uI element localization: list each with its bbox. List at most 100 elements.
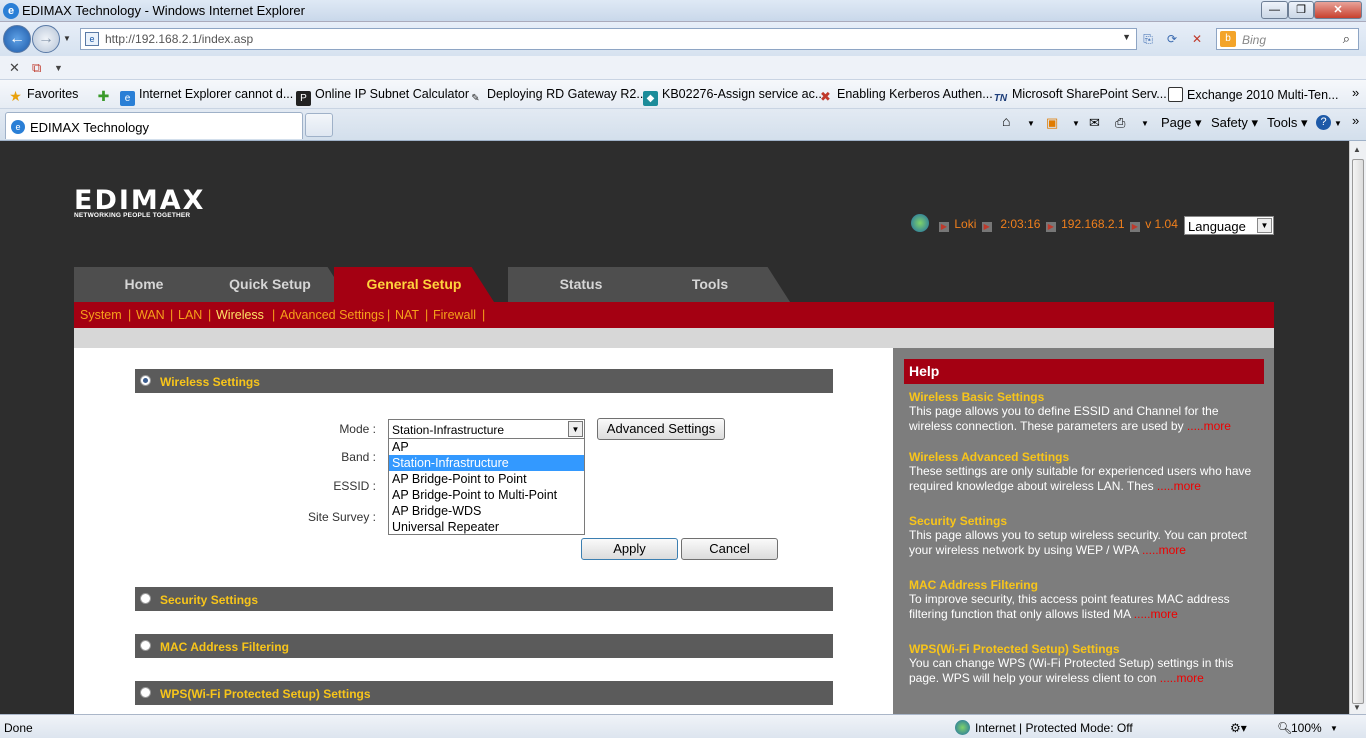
section-wireless-settings[interactable]: Wireless Settings: [135, 369, 833, 393]
scroll-down-icon[interactable]: ▼: [1353, 703, 1361, 712]
browser-tab[interactable]: e EDIMAX Technology: [5, 112, 303, 139]
advanced-settings-button[interactable]: Advanced Settings: [597, 418, 725, 440]
toolbar-overflow-icon[interactable]: »: [1352, 113, 1359, 128]
subnet-site-icon: P: [296, 91, 311, 106]
refresh-icon[interactable]: ⟳: [1162, 29, 1182, 49]
mode-option-ap[interactable]: AP: [389, 439, 584, 455]
zoom-dropdown-icon[interactable]: ▼: [1330, 724, 1338, 733]
cancel-button[interactable]: Cancel: [681, 538, 778, 560]
language-select[interactable]: Language ▼: [1184, 216, 1274, 235]
favorite-item-1[interactable]: P Online IP Subnet Calculator: [296, 87, 469, 106]
section-radio[interactable]: [140, 687, 151, 698]
favorite-item-3[interactable]: ◆ KB02276-Assign service ac...: [643, 87, 825, 106]
home-icon[interactable]: ⌂: [1002, 113, 1010, 129]
favorite-item-5[interactable]: TN Microsoft SharePoint Serv...: [993, 87, 1167, 106]
addon-dropdown-icon[interactable]: ▼: [54, 63, 63, 73]
more-link[interactable]: .....more: [1134, 607, 1178, 621]
section-radio[interactable]: [140, 375, 151, 386]
search-input[interactable]: b Bing ⌕: [1216, 28, 1359, 50]
more-link[interactable]: .....more: [1142, 543, 1186, 557]
back-button[interactable]: ←: [3, 25, 31, 53]
help-icon[interactable]: ?: [1316, 115, 1331, 130]
more-link[interactable]: .....more: [1187, 419, 1231, 433]
address-dropdown-icon[interactable]: ▼: [1122, 32, 1131, 42]
favorite-item-0[interactable]: e Internet Explorer cannot d...: [120, 87, 293, 106]
subnav-firewall[interactable]: Firewall: [433, 308, 476, 322]
section-mac-filtering[interactable]: MAC Address Filtering: [135, 634, 833, 658]
section-radio[interactable]: [140, 593, 151, 604]
search-placeholder: Bing: [1242, 33, 1267, 47]
home-dropdown-icon[interactable]: ▼: [1027, 119, 1035, 128]
close-toolbar-icon[interactable]: ✕: [9, 60, 20, 76]
ie-tab-icon: e: [11, 120, 25, 134]
page-menu[interactable]: Page ▾: [1161, 115, 1202, 131]
mode-option-station-infrastructure[interactable]: Station-Infrastructure: [389, 455, 584, 471]
tab-tools[interactable]: Tools: [630, 267, 790, 302]
print-dropdown-icon[interactable]: ▼: [1141, 119, 1149, 128]
print-icon[interactable]: ⎙: [1115, 115, 1125, 131]
address-url[interactable]: http://192.168.2.1/index.asp: [105, 32, 253, 46]
kerberos-icon: ✖: [820, 89, 831, 104]
tab-quick-setup[interactable]: Quick Setup: [190, 267, 350, 302]
help-entry-title: Security Settings: [909, 514, 1008, 528]
close-button[interactable]: ✕: [1314, 1, 1362, 19]
minimize-button[interactable]: —: [1261, 1, 1288, 19]
router-status-line: ▶ Loki ▶ 2:03:16 ▶ 192.168.2.1 ▶ v 1.04: [911, 214, 1178, 232]
section-security-settings[interactable]: Security Settings: [135, 587, 833, 611]
new-tab-button[interactable]: [305, 113, 333, 137]
bing-icon: b: [1220, 31, 1236, 47]
favorite-item-2[interactable]: ✎ Deploying RD Gateway R2...: [468, 87, 647, 106]
zoom-icon[interactable]: 🔍︎: [1277, 721, 1292, 735]
subnav-wireless[interactable]: Wireless: [216, 308, 264, 322]
mode-option-ap-bridge-ptmp[interactable]: AP Bridge-Point to Multi-Point: [389, 487, 584, 503]
subnav-lan[interactable]: LAN: [178, 308, 202, 322]
favorite-item-4[interactable]: ✖ Enabling Kerberos Authen...: [818, 87, 993, 104]
subnav-wan[interactable]: WAN: [136, 308, 165, 322]
favorites-bar: ★ Favorites ✚ e Internet Explorer cannot d…: [0, 80, 1366, 109]
scroll-thumb[interactable]: [1352, 159, 1364, 704]
mode-option-universal-repeater[interactable]: Universal Repeater: [389, 519, 584, 535]
status-bar: Done Internet | Protected Mode: Off ⚙▾ 🔍…: [0, 714, 1366, 738]
scroll-up-icon[interactable]: ▲: [1353, 145, 1361, 154]
section-wps-settings[interactable]: WPS(Wi-Fi Protected Setup) Settings: [135, 681, 833, 705]
band-label: Band :: [341, 450, 376, 464]
help-dropdown-icon[interactable]: ▼: [1334, 119, 1342, 128]
mail-icon[interactable]: ✉: [1089, 115, 1100, 131]
vertical-scrollbar[interactable]: ▲ ▼: [1349, 141, 1366, 714]
more-link[interactable]: .....more: [1160, 671, 1204, 685]
zoom-level[interactable]: 100%: [1291, 721, 1322, 735]
sub-navigation: System | WAN | LAN | Wireless | Advanced Set…: [74, 302, 1274, 328]
overflow-chevron-icon[interactable]: »: [1352, 85, 1359, 100]
tab-label: EDIMAX Technology: [30, 120, 149, 135]
section-radio[interactable]: [140, 640, 151, 651]
protected-mode-icon[interactable]: ⚙▾: [1230, 721, 1247, 735]
security-zone[interactable]: Internet | Protected Mode: Off: [975, 721, 1133, 735]
favorite-item-6[interactable]: Exchange 2010 Multi-Ten...: [1168, 87, 1338, 102]
mode-select[interactable]: Station-Infrastructure ▼: [388, 419, 585, 439]
favorites-button[interactable]: ★ Favorites: [8, 87, 78, 104]
chevron-down-icon[interactable]: ▼: [568, 421, 583, 437]
addon-icon[interactable]: ⧉: [32, 60, 41, 76]
tab-general-setup[interactable]: General Setup: [334, 267, 494, 302]
more-link[interactable]: .....more: [1157, 479, 1201, 493]
safety-menu[interactable]: Safety ▾: [1211, 115, 1258, 131]
add-favorite-icon[interactable]: ✚: [96, 87, 115, 104]
subnav-system[interactable]: System: [80, 308, 122, 322]
subnav-nat[interactable]: NAT: [395, 308, 419, 322]
compatibility-icon[interactable]: ⎘: [1138, 29, 1158, 49]
mode-option-ap-bridge-ptp[interactable]: AP Bridge-Point to Point: [389, 471, 584, 487]
search-icon[interactable]: ⌕: [1343, 31, 1350, 47]
mode-option-ap-bridge-wds[interactable]: AP Bridge-WDS: [389, 503, 584, 519]
address-row: ← → ▼ e http://192.168.2.1/index.asp ▼ ⎘…: [0, 22, 1366, 56]
address-field[interactable]: e http://192.168.2.1/index.asp ▼: [80, 28, 1137, 50]
apply-button[interactable]: Apply: [581, 538, 678, 560]
history-dropdown-icon[interactable]: ▼: [63, 34, 71, 43]
maximize-button[interactable]: ❐: [1288, 1, 1314, 19]
forward-button[interactable]: →: [32, 25, 60, 53]
feeds-icon[interactable]: ▣: [1046, 115, 1058, 131]
subnav-advanced-settings[interactable]: Advanced Settings: [280, 308, 384, 322]
tools-menu[interactable]: Tools ▾: [1267, 115, 1308, 131]
help-entry-title: Wireless Advanced Settings: [909, 450, 1070, 464]
feeds-dropdown-icon[interactable]: ▼: [1072, 119, 1080, 128]
stop-icon[interactable]: ✕: [1187, 29, 1207, 49]
